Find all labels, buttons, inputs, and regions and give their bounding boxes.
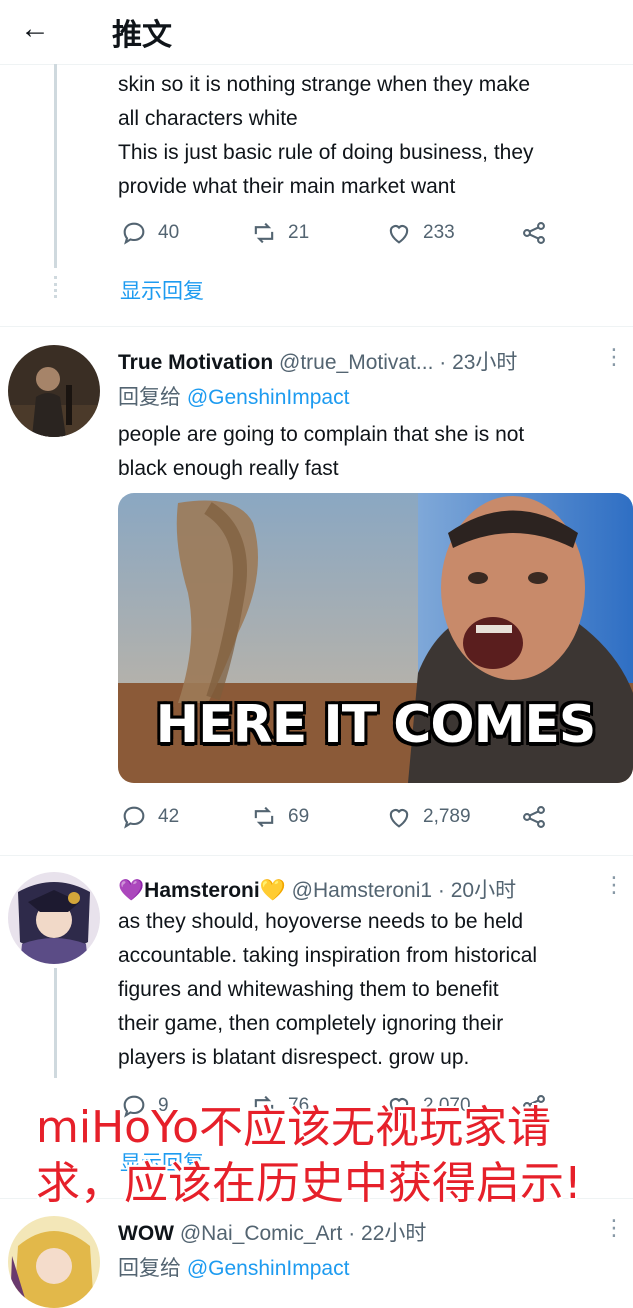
more-options-icon[interactable]: ⋮: [603, 1215, 625, 1241]
share-icon: [523, 806, 545, 828]
tweet-text: people are going to complain that she is…: [118, 423, 525, 480]
retweet-icon: [254, 806, 274, 828]
display-name[interactable]: True Motivation: [118, 351, 273, 374]
tweet-time: · 22小时: [348, 1222, 427, 1245]
tweet-time: · 23小时: [439, 351, 518, 374]
user-handle[interactable]: @Hamsteroni1: [292, 879, 432, 902]
meme-caption: HERE IT COMES: [155, 695, 597, 755]
reply-to-prefix: 回复给: [118, 386, 181, 409]
user-handle[interactable]: @true_Motivat...: [279, 351, 433, 374]
back-arrow-icon[interactable]: ←: [20, 12, 56, 48]
tweet-header: True Motivation @true_Motivat... · 23小时: [118, 346, 517, 376]
retweet-count: 69: [288, 806, 310, 827]
reply-button[interactable]: 42: [120, 803, 179, 831]
like-count: 233: [423, 222, 455, 243]
more-options-icon[interactable]: ⋮: [603, 344, 625, 370]
thread-line: [54, 968, 57, 1078]
overlay-caption: miHoYo不应该无视玩家请 求，应该在历史中获得启示!: [36, 1100, 633, 1212]
avatar[interactable]: [8, 872, 100, 964]
tweet-header: WOW @Nai_Comic_Art · 22小时: [118, 1217, 426, 1247]
reply-to-line: 回复给 @GenshinImpact: [118, 1252, 349, 1282]
divider: [0, 855, 633, 856]
retweet-count: 21: [288, 222, 310, 243]
reply-icon: [123, 222, 145, 245]
like-button[interactable]: 233: [385, 219, 455, 247]
tweet-text: as they should, hoyoverse needs to be he…: [118, 910, 538, 1069]
more-options-icon[interactable]: ⋮: [603, 872, 625, 898]
heart-icon: [389, 225, 409, 244]
tweet-time: · 20小时: [437, 879, 517, 902]
reply-to-mention[interactable]: @GenshinImpact: [187, 1257, 350, 1280]
share-icon: [523, 222, 545, 244]
overlay-caption-line-1: miHoYo不应该无视玩家请: [36, 1102, 552, 1153]
tweet-text: skin so it is nothing strange when they …: [118, 73, 534, 198]
display-name[interactable]: WOW: [118, 1222, 174, 1245]
retweet-button[interactable]: 21: [250, 219, 309, 247]
show-replies-link[interactable]: 显示回复: [120, 275, 204, 305]
tweet-header: 💜Hamsteroni💛 @Hamsteroni1 · 20小时: [118, 874, 516, 904]
retweet-icon: [254, 222, 274, 244]
overlay-caption-line-2: 求，应该在历史中获得启示!: [36, 1158, 582, 1209]
display-name[interactable]: 💜Hamsteroni💛: [118, 879, 286, 902]
reply-to-mention[interactable]: @GenshinImpact: [187, 386, 350, 409]
avatar[interactable]: [8, 345, 100, 437]
thread-line: [54, 64, 57, 268]
user-handle[interactable]: @Nai_Comic_Art: [180, 1222, 343, 1245]
reply-icon: [123, 806, 145, 829]
page-title: 推文: [112, 19, 172, 52]
like-count: 2,789: [423, 806, 471, 827]
like-button[interactable]: 2,789: [385, 803, 471, 831]
reply-count: 40: [158, 222, 180, 243]
share-button[interactable]: [520, 219, 548, 247]
retweet-button[interactable]: 69: [250, 803, 309, 831]
reply-count: 42: [158, 806, 180, 827]
reply-to-line: 回复给 @GenshinImpact: [118, 381, 349, 411]
reply-to-prefix: 回复给: [118, 1257, 181, 1280]
thread-dots: [54, 276, 57, 298]
divider: [0, 326, 633, 327]
share-button[interactable]: [520, 803, 548, 831]
reply-button[interactable]: 40: [120, 219, 179, 247]
heart-icon: [389, 809, 409, 828]
avatar[interactable]: [8, 1216, 100, 1308]
top-bar: ← 推文: [0, 0, 633, 65]
